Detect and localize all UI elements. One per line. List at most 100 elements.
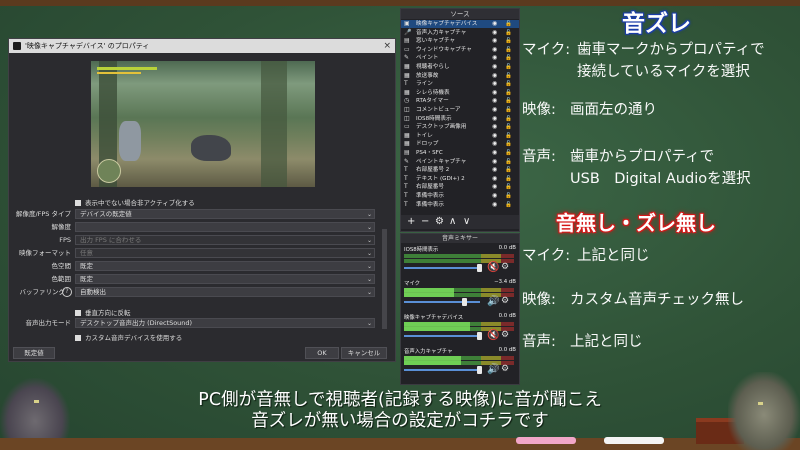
source-item[interactable]: ✎ ペイント ◉ 🔓 [401, 54, 519, 62]
source-item[interactable]: ▦ ドロップ ◉ 🔓 [401, 140, 519, 148]
cancel-button[interactable]: キャンセル [341, 347, 387, 359]
lock-icon[interactable]: 🔓 [505, 89, 512, 97]
eye-icon[interactable]: ◉ [492, 63, 497, 71]
defaults-button[interactable]: 既定値 [13, 347, 55, 359]
custom-audio-checkbox-row[interactable]: カスタム音声デバイスを使用する [75, 332, 182, 342]
source-item[interactable]: ◷ RTAタイマー ◉ 🔓 [401, 97, 519, 105]
lock-icon[interactable]: 🔓 [505, 54, 512, 62]
gear-icon[interactable]: ⚙ [501, 296, 509, 306]
source-item[interactable]: T ライン ◉ 🔓 [401, 80, 519, 88]
eye-icon[interactable]: ◉ [492, 80, 497, 88]
lock-icon[interactable]: 🔓 [505, 183, 512, 191]
lock-icon[interactable]: 🔓 [505, 80, 512, 88]
lock-icon[interactable]: 🔓 [505, 63, 512, 71]
checkbox[interactable] [75, 310, 81, 316]
field-select[interactable]: ⌄ [75, 222, 375, 232]
field-select[interactable]: 既定 ⌄ [75, 274, 375, 284]
help-icon[interactable]: ? [62, 287, 72, 297]
lock-icon[interactable]: 🔓 [505, 192, 512, 200]
eye-icon[interactable]: ◉ [492, 175, 497, 183]
eye-icon[interactable]: ◉ [492, 72, 497, 80]
eye-icon[interactable]: ◉ [492, 97, 497, 105]
close-icon[interactable]: × [383, 39, 391, 53]
lock-icon[interactable]: 🔓 [505, 158, 512, 166]
field-select[interactable]: 既定 ⌄ [75, 261, 375, 271]
chevron-up-icon[interactable]: ∧ [449, 216, 456, 227]
eye-icon[interactable]: ◉ [492, 149, 497, 157]
source-item[interactable]: ▣ 映像キャプチャデバイス ◉ 🔓 [401, 20, 519, 29]
source-item[interactable]: ▦ 視聴者やらし ◉ 🔓 [401, 63, 519, 71]
checkbox[interactable] [75, 335, 81, 341]
lock-icon[interactable]: 🔓 [505, 115, 512, 123]
eye-icon[interactable]: ◉ [492, 192, 497, 200]
eye-icon[interactable]: ◉ [492, 54, 497, 62]
gear-icon[interactable]: ⚙ [501, 330, 509, 340]
muted-speaker-icon[interactable]: 🔇 [487, 262, 499, 273]
source-item[interactable]: ▭ デスクトップ画像用 ◉ 🔓 [401, 123, 519, 131]
lock-icon[interactable]: 🔓 [505, 201, 512, 209]
volume-slider[interactable] [404, 301, 480, 303]
lock-icon[interactable]: 🔓 [505, 37, 512, 45]
source-item[interactable]: ▤ 窓いキャプチャ ◉ 🔓 [401, 37, 519, 45]
eye-icon[interactable]: ◉ [492, 158, 497, 166]
lock-icon[interactable]: 🔓 [505, 29, 512, 37]
source-item[interactable]: ▦ シレら待機表 ◉ 🔓 [401, 89, 519, 97]
eye-icon[interactable]: ◉ [492, 106, 497, 114]
lock-icon[interactable]: 🔓 [505, 140, 512, 148]
volume-slider-knob[interactable] [461, 298, 467, 306]
add-icon[interactable]: + [407, 216, 415, 227]
source-item[interactable]: 🎤 音声入力キャプチャ ◉ 🔓 [401, 29, 519, 37]
volume-slider-knob[interactable] [476, 332, 482, 340]
field-select[interactable]: 自動検出 ⌄ [75, 287, 375, 297]
volume-slider[interactable] [404, 369, 480, 371]
lock-icon[interactable]: 🔓 [505, 46, 512, 54]
eye-icon[interactable]: ◉ [492, 140, 497, 148]
gear-icon[interactable]: ⚙ [501, 364, 509, 374]
inactive-checkbox-row[interactable]: 表示中でない場合非アクティブ化する [75, 197, 195, 207]
lock-icon[interactable]: 🔓 [505, 123, 512, 131]
eye-icon[interactable]: ◉ [492, 166, 497, 174]
lock-icon[interactable]: 🔓 [505, 72, 512, 80]
volume-slider-knob[interactable] [476, 366, 482, 374]
lock-icon[interactable]: 🔓 [505, 149, 512, 157]
source-item[interactable]: T 右部屋番号 ◉ 🔓 [401, 183, 519, 191]
muted-speaker-icon[interactable]: 🔇 [487, 330, 499, 341]
flip-checkbox-row[interactable]: 垂直方向に反転 [75, 307, 131, 317]
volume-slider[interactable] [404, 267, 480, 269]
eye-icon[interactable]: ◉ [492, 20, 497, 28]
gear-icon[interactable]: ⚙ [501, 262, 509, 272]
eye-icon[interactable]: ◉ [492, 89, 497, 97]
eye-icon[interactable]: ◉ [492, 37, 497, 45]
eye-icon[interactable]: ◉ [492, 46, 497, 54]
audio-mode-select[interactable]: デスクトップ音声出力 (DirectSound) ⌄ [75, 318, 375, 328]
volume-slider[interactable] [404, 335, 480, 337]
source-item[interactable]: ✎ ペイントキャプチャ ◉ 🔓 [401, 158, 519, 166]
source-item[interactable]: ▭ ウィンドウキャプチャ ◉ 🔓 [401, 46, 519, 54]
source-item[interactable]: T 右部屋番号 2 ◉ 🔓 [401, 166, 519, 174]
checkbox[interactable] [75, 200, 81, 206]
source-item[interactable]: ◫ コメントビューア ◉ 🔓 [401, 106, 519, 114]
source-item[interactable]: ▦ 放送事故 ◉ 🔓 [401, 72, 519, 80]
gear-icon[interactable]: ⚙ [435, 216, 444, 227]
source-item[interactable]: T 準備中表示 ◉ 🔓 [401, 201, 519, 209]
eye-icon[interactable]: ◉ [492, 183, 497, 191]
speaker-icon[interactable]: 🔊 [487, 296, 499, 307]
speaker-icon[interactable]: 🔊 [487, 364, 499, 375]
ok-button[interactable]: OK [305, 347, 339, 359]
remove-icon[interactable]: − [421, 216, 429, 227]
lock-icon[interactable]: 🔓 [505, 106, 512, 114]
source-item[interactable]: T テキスト (GDI+) 2 ◉ 🔓 [401, 175, 519, 183]
lock-icon[interactable]: 🔓 [505, 132, 512, 140]
lock-icon[interactable]: 🔓 [505, 20, 512, 28]
eye-icon[interactable]: ◉ [492, 115, 497, 123]
volume-slider-knob[interactable] [476, 264, 482, 272]
lock-icon[interactable]: 🔓 [505, 175, 512, 183]
lock-icon[interactable]: 🔓 [505, 166, 512, 174]
eye-icon[interactable]: ◉ [492, 132, 497, 140]
eye-icon[interactable]: ◉ [492, 123, 497, 131]
eye-icon[interactable]: ◉ [492, 29, 497, 37]
field-select[interactable]: デバイスの既定値 ⌄ [75, 209, 375, 219]
source-item[interactable]: T 準備中表示 ◉ 🔓 [401, 192, 519, 200]
lock-icon[interactable]: 🔓 [505, 97, 512, 105]
chevron-down-icon[interactable]: ∨ [463, 216, 470, 227]
